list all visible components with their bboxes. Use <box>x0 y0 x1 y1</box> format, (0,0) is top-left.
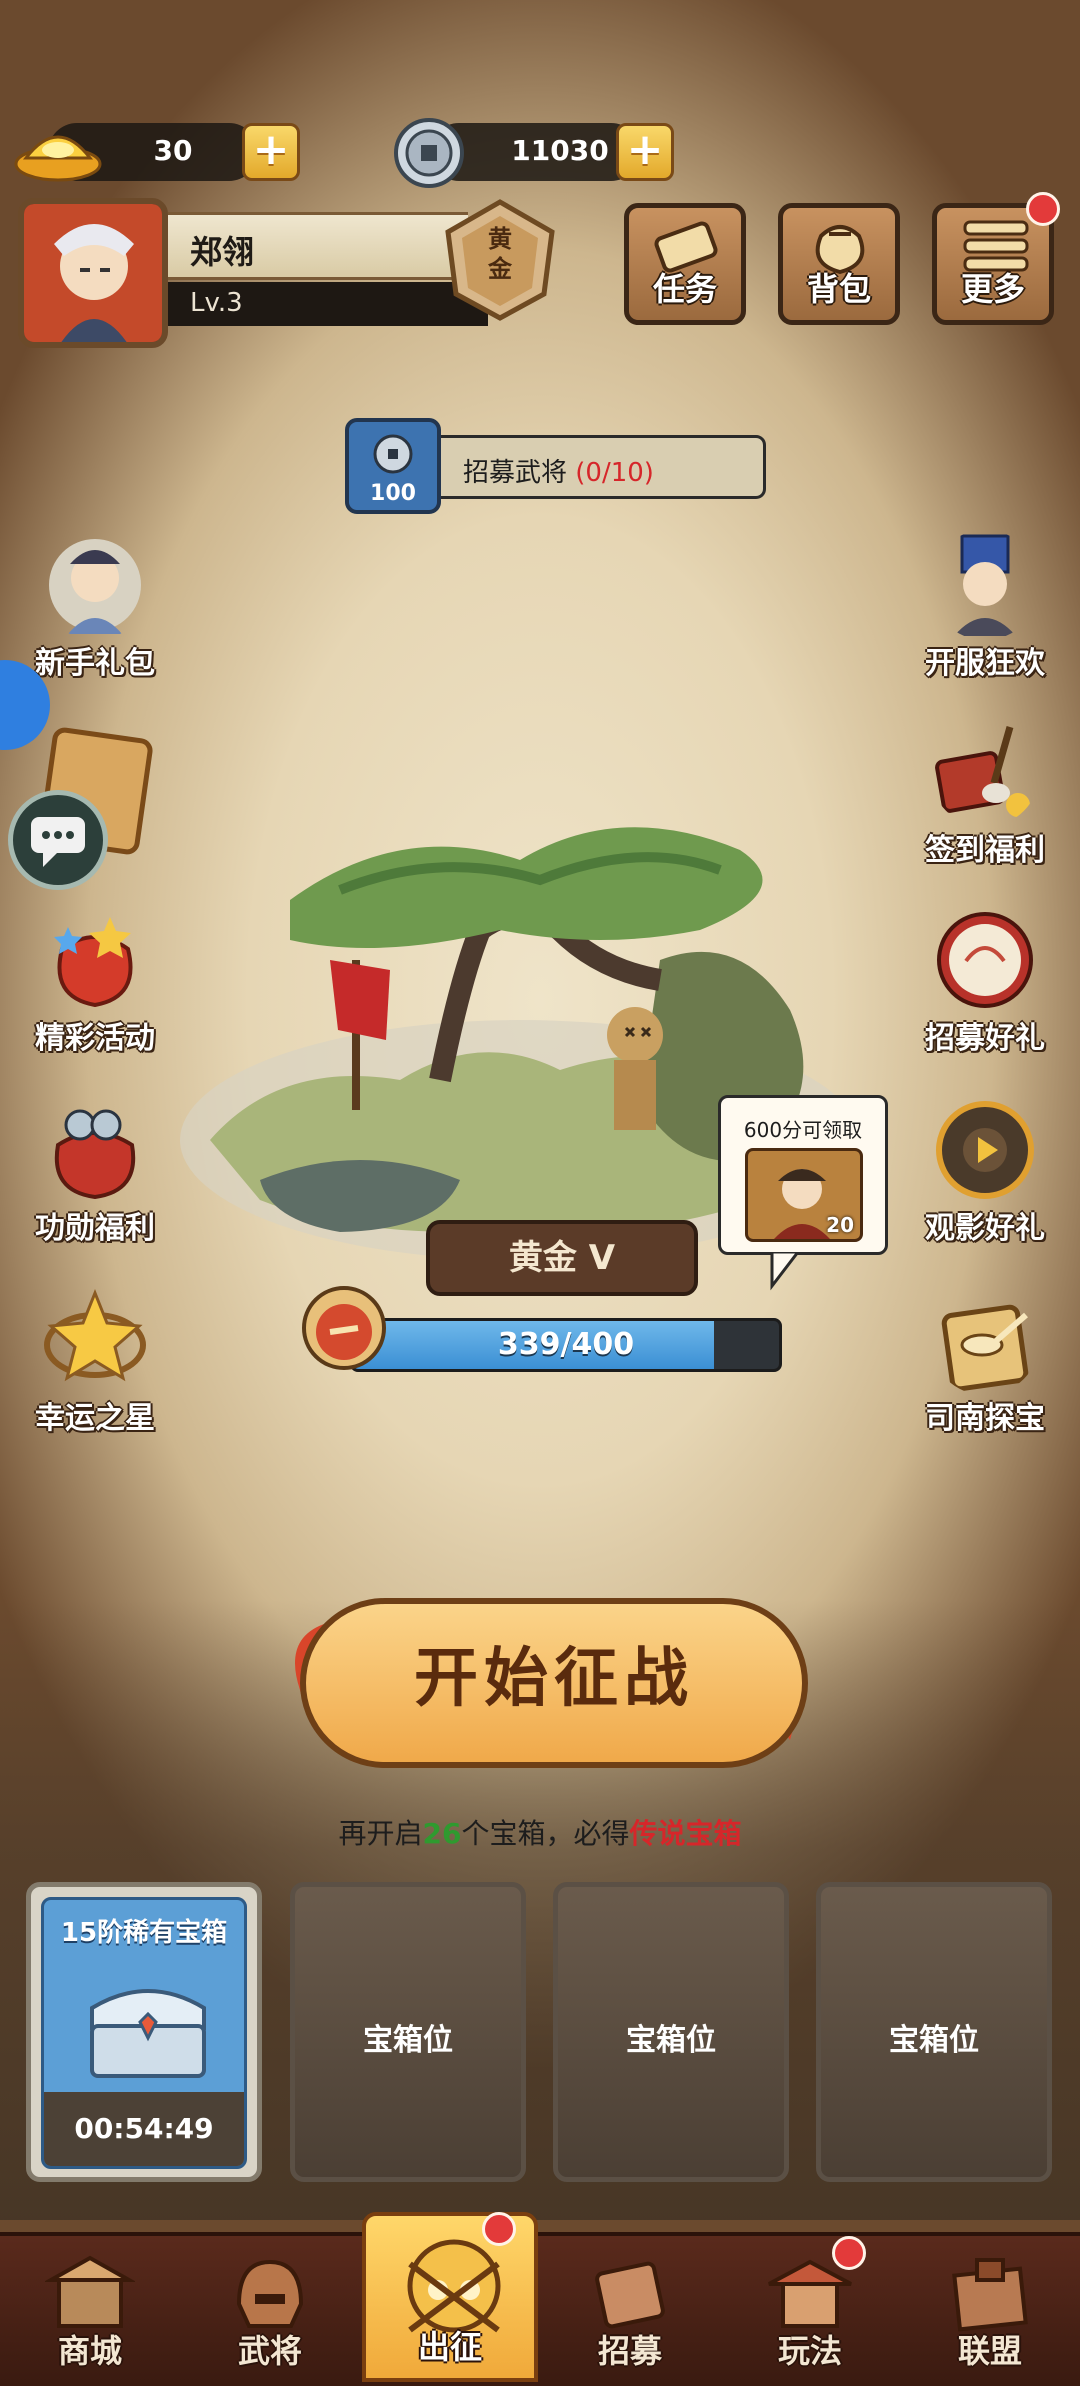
chest-slot-label: 宝箱位 <box>626 2023 716 2058</box>
silver-currency: 11030 + <box>390 116 690 188</box>
gameplay-notification-dot <box>832 2236 866 2270</box>
nav-recruit-label: 招募 <box>597 2332 662 2370</box>
chest-title: 15阶稀有宝箱 <box>60 1918 228 1948</box>
recruit-scroll-icon <box>595 2261 665 2329</box>
nav-campaign-label: 出征 <box>417 2328 482 2366</box>
player-name: 郑翎 <box>190 233 255 271</box>
more-notification-dot <box>1026 192 1060 226</box>
rank-progress-text: 339/400 <box>497 1327 635 1362</box>
player-level: Lv.3 <box>190 288 243 318</box>
recruit-title: 招募武将 <box>463 458 568 488</box>
side-compass-treasure-label: 司南探宝 <box>925 1401 1045 1436</box>
recruit-cost-box: 100 <box>345 418 441 514</box>
rank-badge[interactable]: 黄 金 <box>440 198 560 322</box>
nav-alliance[interactable]: 联盟 <box>900 2232 1080 2382</box>
side-checkin-rewards-label: 签到福利 <box>925 833 1045 868</box>
player-avatar[interactable] <box>18 198 168 348</box>
recruit-count: (0/10) <box>575 458 654 488</box>
recruit-drum-icon <box>937 912 1033 1008</box>
add-silver-button[interactable]: + <box>616 123 674 181</box>
recruit-cost: 100 <box>370 481 416 506</box>
chest-hint-reward: 传说宝箱 <box>629 1817 742 1850</box>
hero-portrait-icon <box>24 204 162 342</box>
campaign-notification-dot <box>482 2212 516 2246</box>
chest-hint: 再开启26个宝箱，必得传说宝箱 <box>0 1812 1080 1852</box>
quest-button[interactable]: 任务 <box>624 203 746 325</box>
nav-shop-label: 商城 <box>57 2332 122 2370</box>
rank-badge-text: 黄 金 <box>488 225 512 283</box>
nav-generals[interactable]: 武将 <box>180 2232 360 2382</box>
chest-hint-prefix: 再开启 <box>338 1817 423 1850</box>
side-server-carnival[interactable]: 开服狂欢 <box>910 530 1060 682</box>
chat-button[interactable] <box>8 790 108 890</box>
nav-gameplay-label: 玩法 <box>777 2332 842 2370</box>
bag-button[interactable]: 背包 <box>778 203 900 325</box>
chest-slot-3[interactable]: 宝箱位 <box>553 1882 789 2182</box>
nav-shop[interactable]: 商城 <box>0 2232 180 2382</box>
shop-icon <box>45 2255 135 2328</box>
points-pouch-icon <box>302 1286 386 1370</box>
side-newbie-pack-label: 新手礼包 <box>35 646 155 681</box>
side-video-gift[interactable]: 观影好礼 <box>910 1095 1060 1247</box>
event-bag-icon <box>54 917 133 1008</box>
carnival-hero-icon <box>954 534 1016 636</box>
rank-reward-bubble[interactable]: 600分可领取 20 <box>718 1095 888 1255</box>
more-label: 更多 <box>960 270 1025 308</box>
side-recruit-gift-label: 招募好礼 <box>925 1021 1045 1056</box>
helmet-icon <box>236 2259 304 2328</box>
gold-amount: 30 <box>153 134 193 167</box>
player-name-bar: 郑翎 <box>168 212 468 280</box>
side-checkin-rewards[interactable]: 签到福利 <box>910 717 1060 869</box>
merit-bag-icon <box>54 1109 136 1200</box>
side-lucky-star[interactable]: 幸运之星 <box>20 1285 170 1437</box>
alliance-banner-icon <box>952 2258 1028 2332</box>
chest-card: 15阶稀有宝箱 00:54:49 <box>41 1897 247 2169</box>
rank-progress-bar: 339/400 <box>350 1318 782 1372</box>
quest-label: 任务 <box>652 270 717 308</box>
reward-item: 20 <box>745 1148 863 1242</box>
reward-count: 20 <box>826 1213 854 1237</box>
nav-generals-label: 武将 <box>237 2332 302 2370</box>
nav-alliance-label: 联盟 <box>957 2332 1022 2370</box>
chest-slot-1[interactable]: 15阶稀有宝箱 00:54:49 <box>26 1882 262 2182</box>
compass-treasure-icon <box>941 1304 1029 1392</box>
lucky-star-icon <box>44 1288 146 1382</box>
bubble-tail <box>770 1252 800 1291</box>
chat-bubble-icon <box>31 817 85 867</box>
add-gold-button[interactable]: + <box>242 123 300 181</box>
chest-timer: 00:54:49 <box>74 2112 214 2145</box>
chest-slot-label: 宝箱位 <box>363 2023 453 2058</box>
bag-label: 背包 <box>806 270 871 308</box>
rank-points-emblem <box>298 1280 390 1372</box>
gold-ingot-icon <box>14 135 102 182</box>
start-battle-button[interactable]: 开始征战 <box>300 1598 808 1768</box>
nav-recruit[interactable]: 招募 <box>540 2232 720 2382</box>
gold-currency: 30 + <box>8 120 308 184</box>
chest-hint-count: 26 <box>422 1817 462 1850</box>
chest-hint-middle: 个宝箱，必得 <box>461 1817 630 1850</box>
recruit-label: 招募武将 (0/10) <box>463 452 654 489</box>
nav-gameplay[interactable]: 玩法 <box>720 2232 900 2382</box>
side-server-carnival-label: 开服狂欢 <box>925 646 1045 681</box>
rare-chest-icon <box>90 1989 206 2078</box>
chest-slot-4[interactable]: 宝箱位 <box>816 1882 1052 2182</box>
side-compass-treasure[interactable]: 司南探宝 <box>910 1285 1060 1437</box>
silver-coin-icon <box>373 434 413 474</box>
rank-tier-plate: 黄金 V <box>426 1220 698 1296</box>
side-newbie-pack[interactable]: 新手礼包 <box>20 530 170 682</box>
chest-slot-2[interactable]: 宝箱位 <box>290 1882 526 2182</box>
side-recruit-gift[interactable]: 招募好礼 <box>910 905 1060 1057</box>
chest-slot-label: 宝箱位 <box>889 2023 979 2058</box>
side-video-gift-label: 观影好礼 <box>925 1211 1045 1246</box>
video-gong-icon <box>936 1101 1034 1199</box>
checkin-brush-icon <box>935 726 1030 817</box>
silver-coin-icon <box>394 118 464 188</box>
side-lucky-star-label: 幸运之星 <box>35 1401 155 1436</box>
reward-hint: 600分可领取 <box>743 1118 863 1142</box>
chest-timer-bar: 00:54:49 <box>44 2092 244 2166</box>
newbie-hero-icon <box>49 539 141 634</box>
